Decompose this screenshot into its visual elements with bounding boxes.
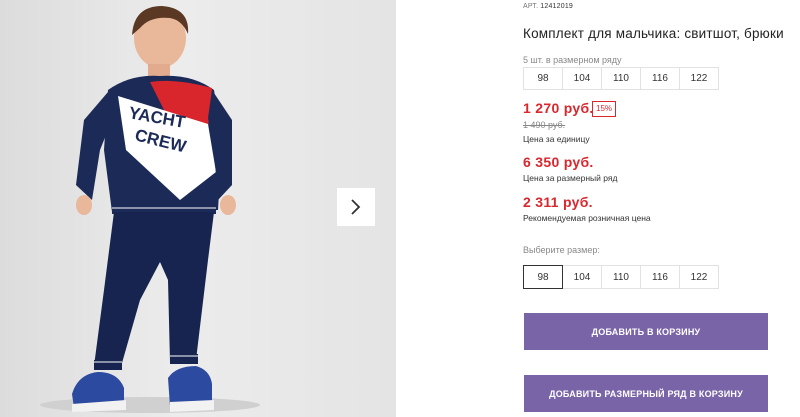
size-option-116[interactable]: 116 [640,265,680,289]
size-row-cell: 104 [562,67,602,90]
size-row-cell: 116 [640,67,680,90]
size-row-cell: 110 [601,67,641,90]
retail-price: 2 311 руб. [523,194,593,210]
article-label: АРТ. [523,3,539,10]
size-row-display: 98 104 110 116 122 [523,67,719,90]
unit-price-caption: Цена за единицу [523,134,590,144]
unit-price: 1 270 руб. [523,100,594,116]
product-title: Комплект для мальчика: свитшот, брюки [523,26,784,41]
size-selector: 98 104 110 116 122 [523,265,719,289]
size-option-122[interactable]: 122 [679,265,719,289]
article-value: 12412019 [540,3,574,10]
retail-price-caption: Рекомендуемая розничная цена [523,213,651,223]
gallery-next-button[interactable] [337,188,375,226]
size-row-price-caption: Цена за размерный ряд [523,173,618,183]
add-size-row-to-cart-button[interactable]: ДОБАВИТЬ РАЗМЕРНЫЙ РЯД В КОРЗИНУ [524,375,768,412]
add-to-cart-button[interactable]: ДОБАВИТЬ В КОРЗИНУ [524,313,768,350]
choose-size-label: Выберите размер: [523,245,600,255]
size-row-cell: 98 [523,67,563,90]
size-row-note: 5 шт. в размерном ряду [523,55,622,65]
size-row-cell: 122 [679,67,719,90]
article-number: АРТ. 12412019 [523,3,573,10]
chevron-right-icon [351,199,361,215]
discount-badge: 15% [592,101,617,117]
size-option-104[interactable]: 104 [562,265,602,289]
size-row-price: 6 350 руб. [523,154,594,170]
old-price: 1 490 руб. [523,120,566,130]
product-gallery: YACHT CREW [0,0,396,417]
size-option-110[interactable]: 110 [601,265,641,289]
size-option-98[interactable]: 98 [523,265,563,289]
